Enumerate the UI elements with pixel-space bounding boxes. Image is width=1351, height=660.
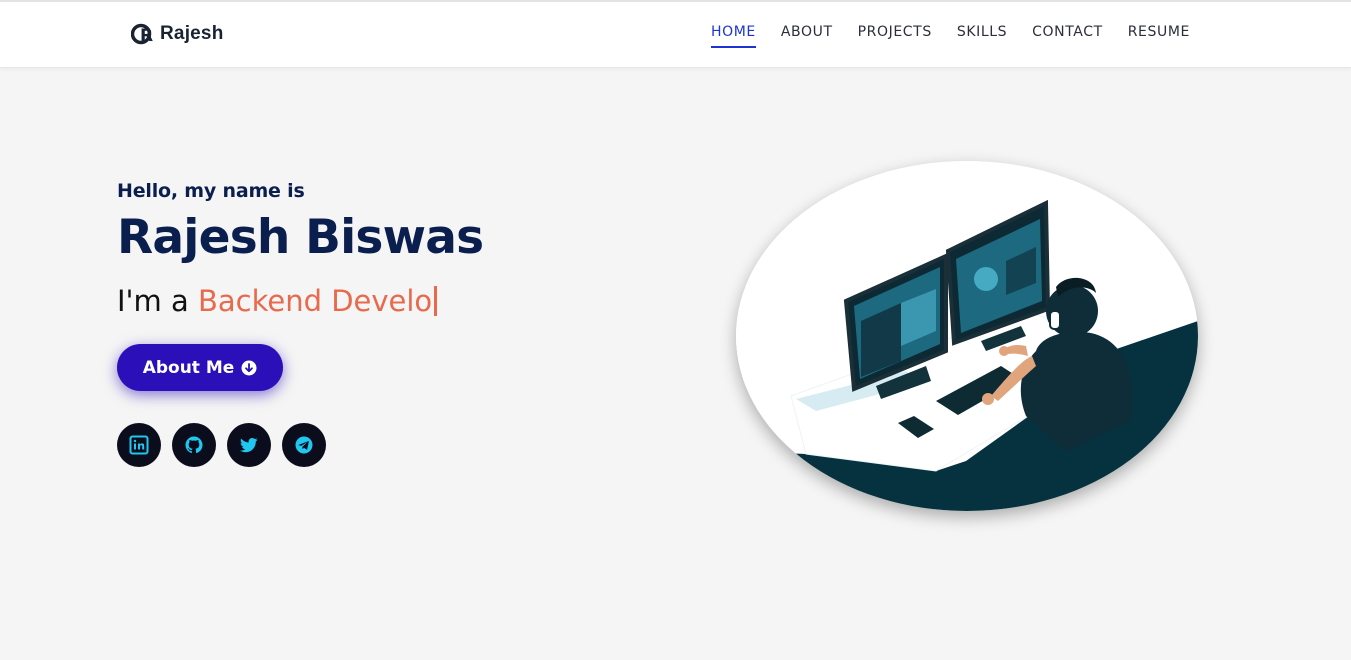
hero-intro: Hello, my name is Rajesh Biswas I'm a Ba… <box>117 180 484 468</box>
typing-caret <box>434 286 438 317</box>
arrow-down-circle-icon <box>241 360 257 376</box>
nav-resume[interactable]: RESUME <box>1128 24 1190 48</box>
developer-at-desk-illustration <box>736 161 1198 511</box>
about-me-button[interactable]: About Me <box>117 344 283 392</box>
role-typed-text: Backend Develo <box>197 283 433 318</box>
github-icon <box>185 436 203 454</box>
social-links <box>117 423 483 468</box>
twitter-link[interactable] <box>227 423 271 468</box>
role-line: I'm a Backend Develo <box>117 284 483 319</box>
nav-projects[interactable]: PROJECTS <box>858 24 932 48</box>
linkedin-link[interactable] <box>117 423 161 468</box>
nav-home[interactable]: HOME <box>711 24 756 48</box>
linkedin-icon <box>129 435 149 455</box>
github-link[interactable] <box>172 423 216 468</box>
twitter-icon <box>240 438 258 453</box>
brand-name: Rajesh <box>160 23 224 44</box>
hero-name: Rajesh Biswas <box>117 210 484 265</box>
main-nav: HOME ABOUT PROJECTS SKILLS CONTACT RESUM… <box>711 24 1190 48</box>
navbar: R Rajesh HOME ABOUT PROJECTS SKILLS CONT… <box>0 2 1351 68</box>
nav-about[interactable]: ABOUT <box>781 24 833 48</box>
telegram-link[interactable] <box>282 423 326 468</box>
greeting-text: Hello, my name is <box>117 180 305 202</box>
role-prefix: I'm a <box>117 283 189 318</box>
developer-illustration <box>736 161 1198 511</box>
nav-skills[interactable]: SKILLS <box>957 24 1007 48</box>
telegram-icon <box>295 436 313 454</box>
r-logo-icon: R <box>131 23 153 46</box>
about-me-label: About Me <box>142 357 235 378</box>
brand[interactable]: R Rajesh <box>131 22 224 46</box>
nav-contact[interactable]: CONTACT <box>1032 24 1103 48</box>
svg-text:R: R <box>140 26 153 46</box>
